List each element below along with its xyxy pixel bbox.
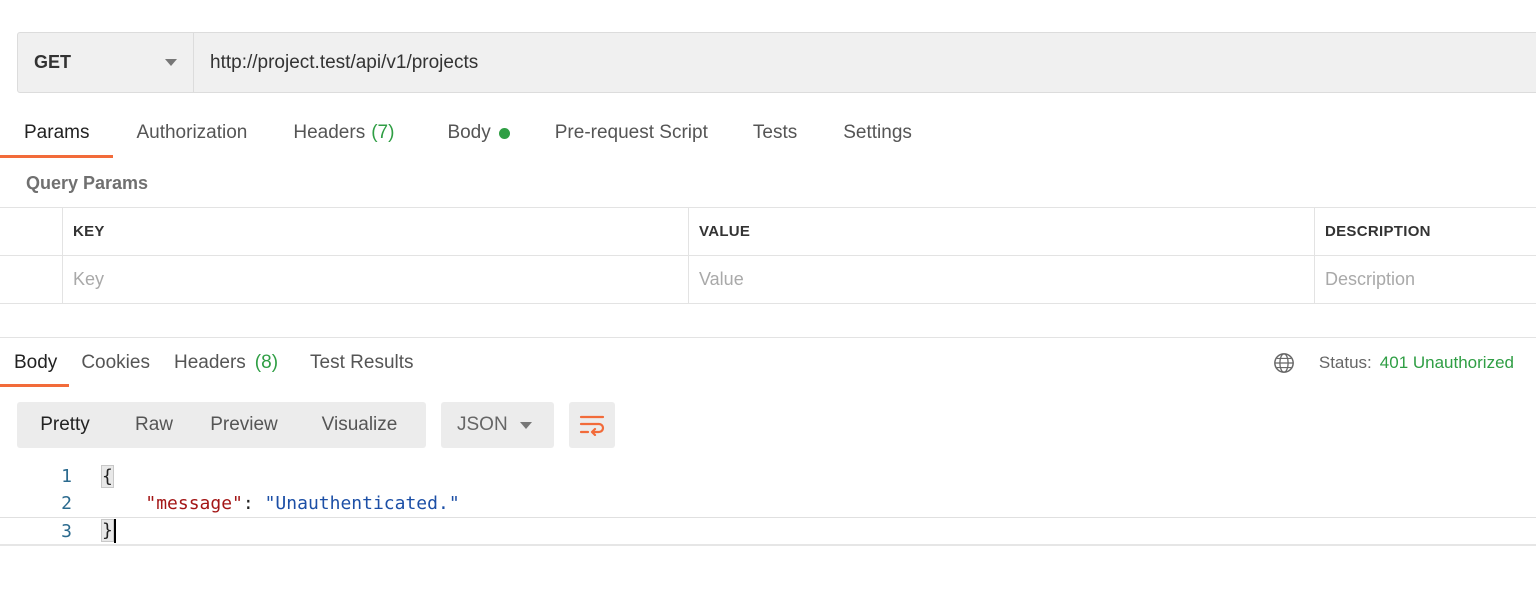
tab-label: Test Results: [310, 352, 414, 373]
method-select[interactable]: GET: [18, 33, 194, 92]
wrap-lines-icon: [579, 415, 605, 436]
format-raw-button[interactable]: Raw: [113, 402, 195, 448]
value-input[interactable]: Value: [689, 256, 1315, 303]
status-value: 401 Unauthorized: [1379, 353, 1514, 372]
language-label: JSON: [457, 414, 508, 435]
format-visualize-button[interactable]: Visualize: [293, 402, 426, 448]
column-header-value: VALUE: [689, 208, 1315, 255]
tab-label: Authorization: [136, 122, 248, 143]
method-label: GET: [34, 52, 72, 72]
tab-response-headers[interactable]: Headers (8): [162, 339, 290, 387]
globe-icon[interactable]: [1273, 352, 1295, 374]
tab-label: Headers: [293, 122, 366, 143]
tab-label: Cookies: [81, 352, 150, 373]
checkbox-column: [0, 208, 63, 255]
text-cursor: [113, 519, 116, 543]
json-value: "Unauthenticated.": [264, 493, 460, 514]
column-header-description: DESCRIPTION: [1325, 223, 1431, 240]
line-number: 3: [61, 520, 72, 542]
tab-label: Tests: [752, 122, 798, 143]
code-text: }: [101, 519, 116, 543]
active-tab-indicator: [0, 384, 70, 387]
response-body-editor[interactable]: 1 { 2 "message": "Unauthenticated." 3 }: [0, 462, 1536, 546]
tab-authorization[interactable]: Authorization: [113, 108, 270, 158]
tab-label: Settings: [843, 122, 912, 143]
tab-label: Pre-request Script: [554, 122, 708, 143]
close-brace: }: [101, 519, 114, 542]
chevron-down-icon: [165, 59, 177, 66]
table-row: Key Value Description: [0, 256, 1536, 304]
response-tabs: Body Cookies Headers (8) Test Results: [0, 339, 426, 387]
chevron-down-icon: [520, 421, 532, 429]
tab-settings[interactable]: Settings: [820, 108, 935, 158]
body-indicator-dot: [498, 127, 510, 139]
response-format-group: Pretty Raw Preview Visualize: [17, 402, 426, 448]
tab-params[interactable]: Params: [0, 108, 114, 158]
code-line: 1 {: [0, 462, 1536, 490]
tab-label: Body: [447, 122, 491, 143]
open-brace: {: [101, 464, 114, 488]
tab-headers[interactable]: Headers (7): [270, 108, 417, 158]
code-text: {: [101, 464, 114, 488]
format-pretty-button[interactable]: Pretty: [17, 402, 113, 448]
description-input[interactable]: Description: [1315, 256, 1536, 303]
code-line: 2 "message": "Unauthenticated.": [0, 490, 1536, 518]
line-number: 1: [61, 465, 72, 487]
url-input[interactable]: http://project.test/api/v1/projects: [194, 33, 478, 92]
json-key: "message": [145, 493, 243, 514]
column-header-key: KEY: [63, 208, 689, 255]
query-params-title: Query Params: [26, 173, 149, 193]
key-input[interactable]: Key: [63, 256, 689, 303]
tab-body[interactable]: Body: [417, 108, 532, 158]
divider: [0, 337, 1536, 338]
response-status: Status: 401 Unauthorized: [1273, 339, 1514, 387]
row-checkbox-cell: [0, 256, 63, 303]
code-text: "message": "Unauthenticated.": [102, 493, 460, 514]
wrap-lines-button[interactable]: [569, 402, 615, 448]
tab-label: Headers: [173, 352, 246, 373]
table-header-row: KEY VALUE DESCRIPTION: [0, 208, 1536, 256]
format-preview-button[interactable]: Preview: [195, 402, 293, 448]
active-tab-indicator: [0, 155, 114, 158]
tab-test-results[interactable]: Test Results: [290, 339, 425, 387]
tab-tests[interactable]: Tests: [731, 108, 820, 158]
tab-cookies[interactable]: Cookies: [69, 339, 162, 387]
tab-response-body[interactable]: Body: [0, 339, 70, 387]
headers-count: (7): [371, 122, 395, 143]
headers-count: (8): [254, 352, 279, 373]
json-colon: :: [242, 493, 265, 514]
tab-pre-request-script[interactable]: Pre-request Script: [533, 108, 731, 158]
request-url-bar: GET http://project.test/api/v1/projects: [17, 32, 1536, 93]
language-select[interactable]: JSON: [441, 402, 554, 448]
status-label: Status:: [1318, 353, 1372, 372]
tab-label: Body: [14, 352, 58, 373]
line-number: 2: [61, 493, 72, 514]
code-line: 3 }: [0, 518, 1536, 546]
request-tabs: Params Authorization Headers (7) Body Pr…: [0, 108, 935, 158]
query-params-table: KEY VALUE DESCRIPTION Key Value Descript…: [0, 207, 1536, 304]
tab-label: Params: [24, 122, 90, 143]
